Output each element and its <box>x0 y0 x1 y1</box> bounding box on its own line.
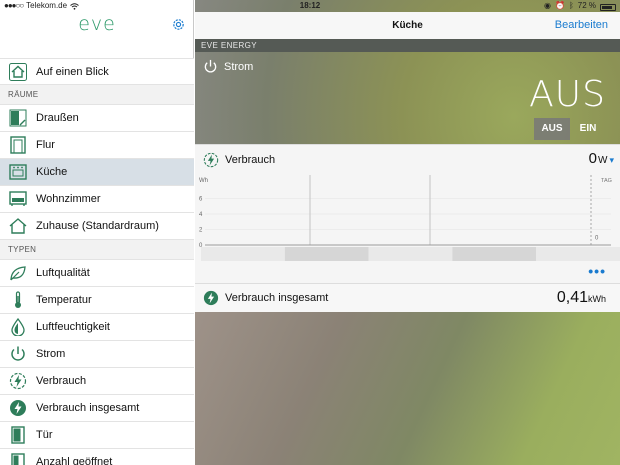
battery-icon <box>600 3 616 11</box>
sidebar-item-label: Draußen <box>36 112 79 124</box>
consumption-number: 0 <box>588 150 598 167</box>
sidebar-item-label: Verbrauch <box>36 375 87 387</box>
sidebar-item-strom[interactable]: Strom <box>0 341 194 368</box>
clock: 18:12 <box>299 1 321 10</box>
sidebar-item-tuer[interactable]: Tür <box>0 422 194 449</box>
chevron-down-icon: ▾ <box>609 155 614 165</box>
consumption-value[interactable]: 0 W ▾ <box>589 150 614 167</box>
y-axis-label: Wh <box>199 178 208 184</box>
sidebar-item-label: Verbrauch insgesamt <box>36 402 140 414</box>
power-state: AUS <box>529 74 606 115</box>
sidebar-item-label: Wohnzimmer <box>36 193 101 205</box>
power-control: Strom AUS AUS EIN <box>195 52 620 142</box>
total-label: Verbrauch insgesamt <box>225 292 329 304</box>
sidebar-item-verbrauch-insgesamt[interactable]: Verbrauch insgesamt <box>0 395 194 422</box>
leaf-icon <box>8 264 27 283</box>
lock-rotation-icon: ◉ <box>544 1 551 10</box>
oven-icon <box>8 163 27 182</box>
bolt-filled-icon <box>8 399 27 418</box>
y-tick-label: 2 <box>199 228 203 234</box>
sidebar-item-label: Flur <box>36 139 55 151</box>
sidebar-item-label: Anzahl geöffnet <box>36 456 113 465</box>
rooms-heading: RÄUME <box>0 85 194 105</box>
navigation-bar: Küche Bearbeiten <box>195 12 620 39</box>
alarm-icon: ⏰ <box>554 1 565 10</box>
x-band <box>368 247 453 261</box>
sidebar-item-zuhause[interactable]: Zuhause (Standardraum) <box>0 213 194 240</box>
current-value-label: 0 <box>595 235 599 241</box>
sidebar: eve Auf einen Blick RÄUME Draußen Flur K… <box>0 0 194 465</box>
sofa-icon <box>8 190 27 209</box>
power-icon <box>8 345 27 364</box>
types-heading: TYPEN <box>0 240 194 260</box>
sidebar-item-label: Küche <box>36 166 68 178</box>
outdoor-icon <box>8 109 27 128</box>
total-number: 0,41 <box>556 289 588 306</box>
thermometer-icon <box>8 291 27 310</box>
consumption-card: Verbrauch 0 W ▾ Wh 6 4 2 0 TAG 0 ••• <box>195 144 620 283</box>
sidebar-item-label: Temperatur <box>36 294 92 306</box>
door-count-icon <box>8 453 27 465</box>
period-label: TAG <box>601 178 612 184</box>
toggle-off-button[interactable]: AUS <box>534 118 570 140</box>
more-options-button[interactable]: ••• <box>588 264 606 278</box>
eve-logo: eve <box>78 13 116 35</box>
x-band <box>201 247 285 261</box>
sidebar-item-label: Tür <box>36 429 53 441</box>
door-icon <box>8 426 27 445</box>
sidebar-item-luftfeuchtigkeit[interactable]: Luftfeuchtigkeit <box>0 314 194 341</box>
house-overview-icon <box>8 62 27 81</box>
sidebar-item-anzahl-geoeffnet[interactable]: Anzahl geöffnet <box>0 449 194 465</box>
total-unit: kWh <box>588 294 606 304</box>
main-panel: Küche Bearbeiten EVE ENERGY Strom AUS AU… <box>195 0 620 465</box>
device-name-bar: EVE ENERGY <box>195 39 620 52</box>
sidebar-list: Auf einen Blick RÄUME Draußen Flur Küche <box>0 58 194 465</box>
sidebar-item-luftqualitaet[interactable]: Luftqualität <box>0 260 194 287</box>
sidebar-header: eve <box>0 12 194 39</box>
house-icon <box>8 217 27 236</box>
battery-percent: 72 % <box>577 1 596 10</box>
sidebar-item-draussen[interactable]: Draußen <box>0 105 194 132</box>
sidebar-item-kueche[interactable]: Küche <box>0 159 194 186</box>
background-photo <box>195 312 620 465</box>
consumption-label: Verbrauch <box>225 154 276 166</box>
sidebar-item-temperatur[interactable]: Temperatur <box>0 287 194 314</box>
droplet-icon <box>8 318 27 337</box>
total-value: 0,41kWh <box>557 289 606 307</box>
sidebar-item-label: Strom <box>36 348 66 360</box>
power-icon <box>204 59 217 73</box>
sidebar-item-flur[interactable]: Flur <box>0 132 194 159</box>
total-consumption-row: Verbrauch insgesamt 0,41kWh <box>195 283 620 312</box>
bolt-filled-icon <box>203 290 219 306</box>
consumption-chart: Wh6420TAG0 <box>199 175 620 261</box>
power-label: Strom <box>224 61 254 73</box>
power-toggle: AUS EIN <box>534 118 606 140</box>
sidebar-item-wohnzimmer[interactable]: Wohnzimmer <box>0 186 194 213</box>
bolt-outline-icon <box>8 372 27 391</box>
toggle-on-button[interactable]: EIN <box>570 118 606 140</box>
gear-icon[interactable] <box>171 17 186 32</box>
x-band <box>284 247 369 261</box>
y-tick-label: 6 <box>199 197 203 203</box>
sidebar-item-label: Zuhause (Standardraum) <box>36 220 159 232</box>
door-frame-icon <box>8 136 27 155</box>
bolt-outline-icon <box>203 152 219 168</box>
sidebar-item-label: Luftfeuchtigkeit <box>36 321 110 333</box>
sidebar-item-overview[interactable]: Auf einen Blick <box>0 58 194 85</box>
sidebar-item-label: Luftqualität <box>36 267 90 279</box>
edit-button[interactable]: Bearbeiten <box>555 12 608 39</box>
status-bar: ●●●○○ Telekom.de 18:12 ◉ ⏰ ᛒ 72 % <box>0 0 620 12</box>
sidebar-item-label: Auf einen Blick <box>36 65 109 78</box>
x-band <box>536 247 620 261</box>
bluetooth-icon: ᛒ <box>568 1 574 10</box>
x-band <box>452 247 537 261</box>
y-tick-label: 4 <box>199 212 203 218</box>
consumption-unit: W <box>598 155 608 166</box>
sidebar-item-verbrauch[interactable]: Verbrauch <box>0 368 194 395</box>
